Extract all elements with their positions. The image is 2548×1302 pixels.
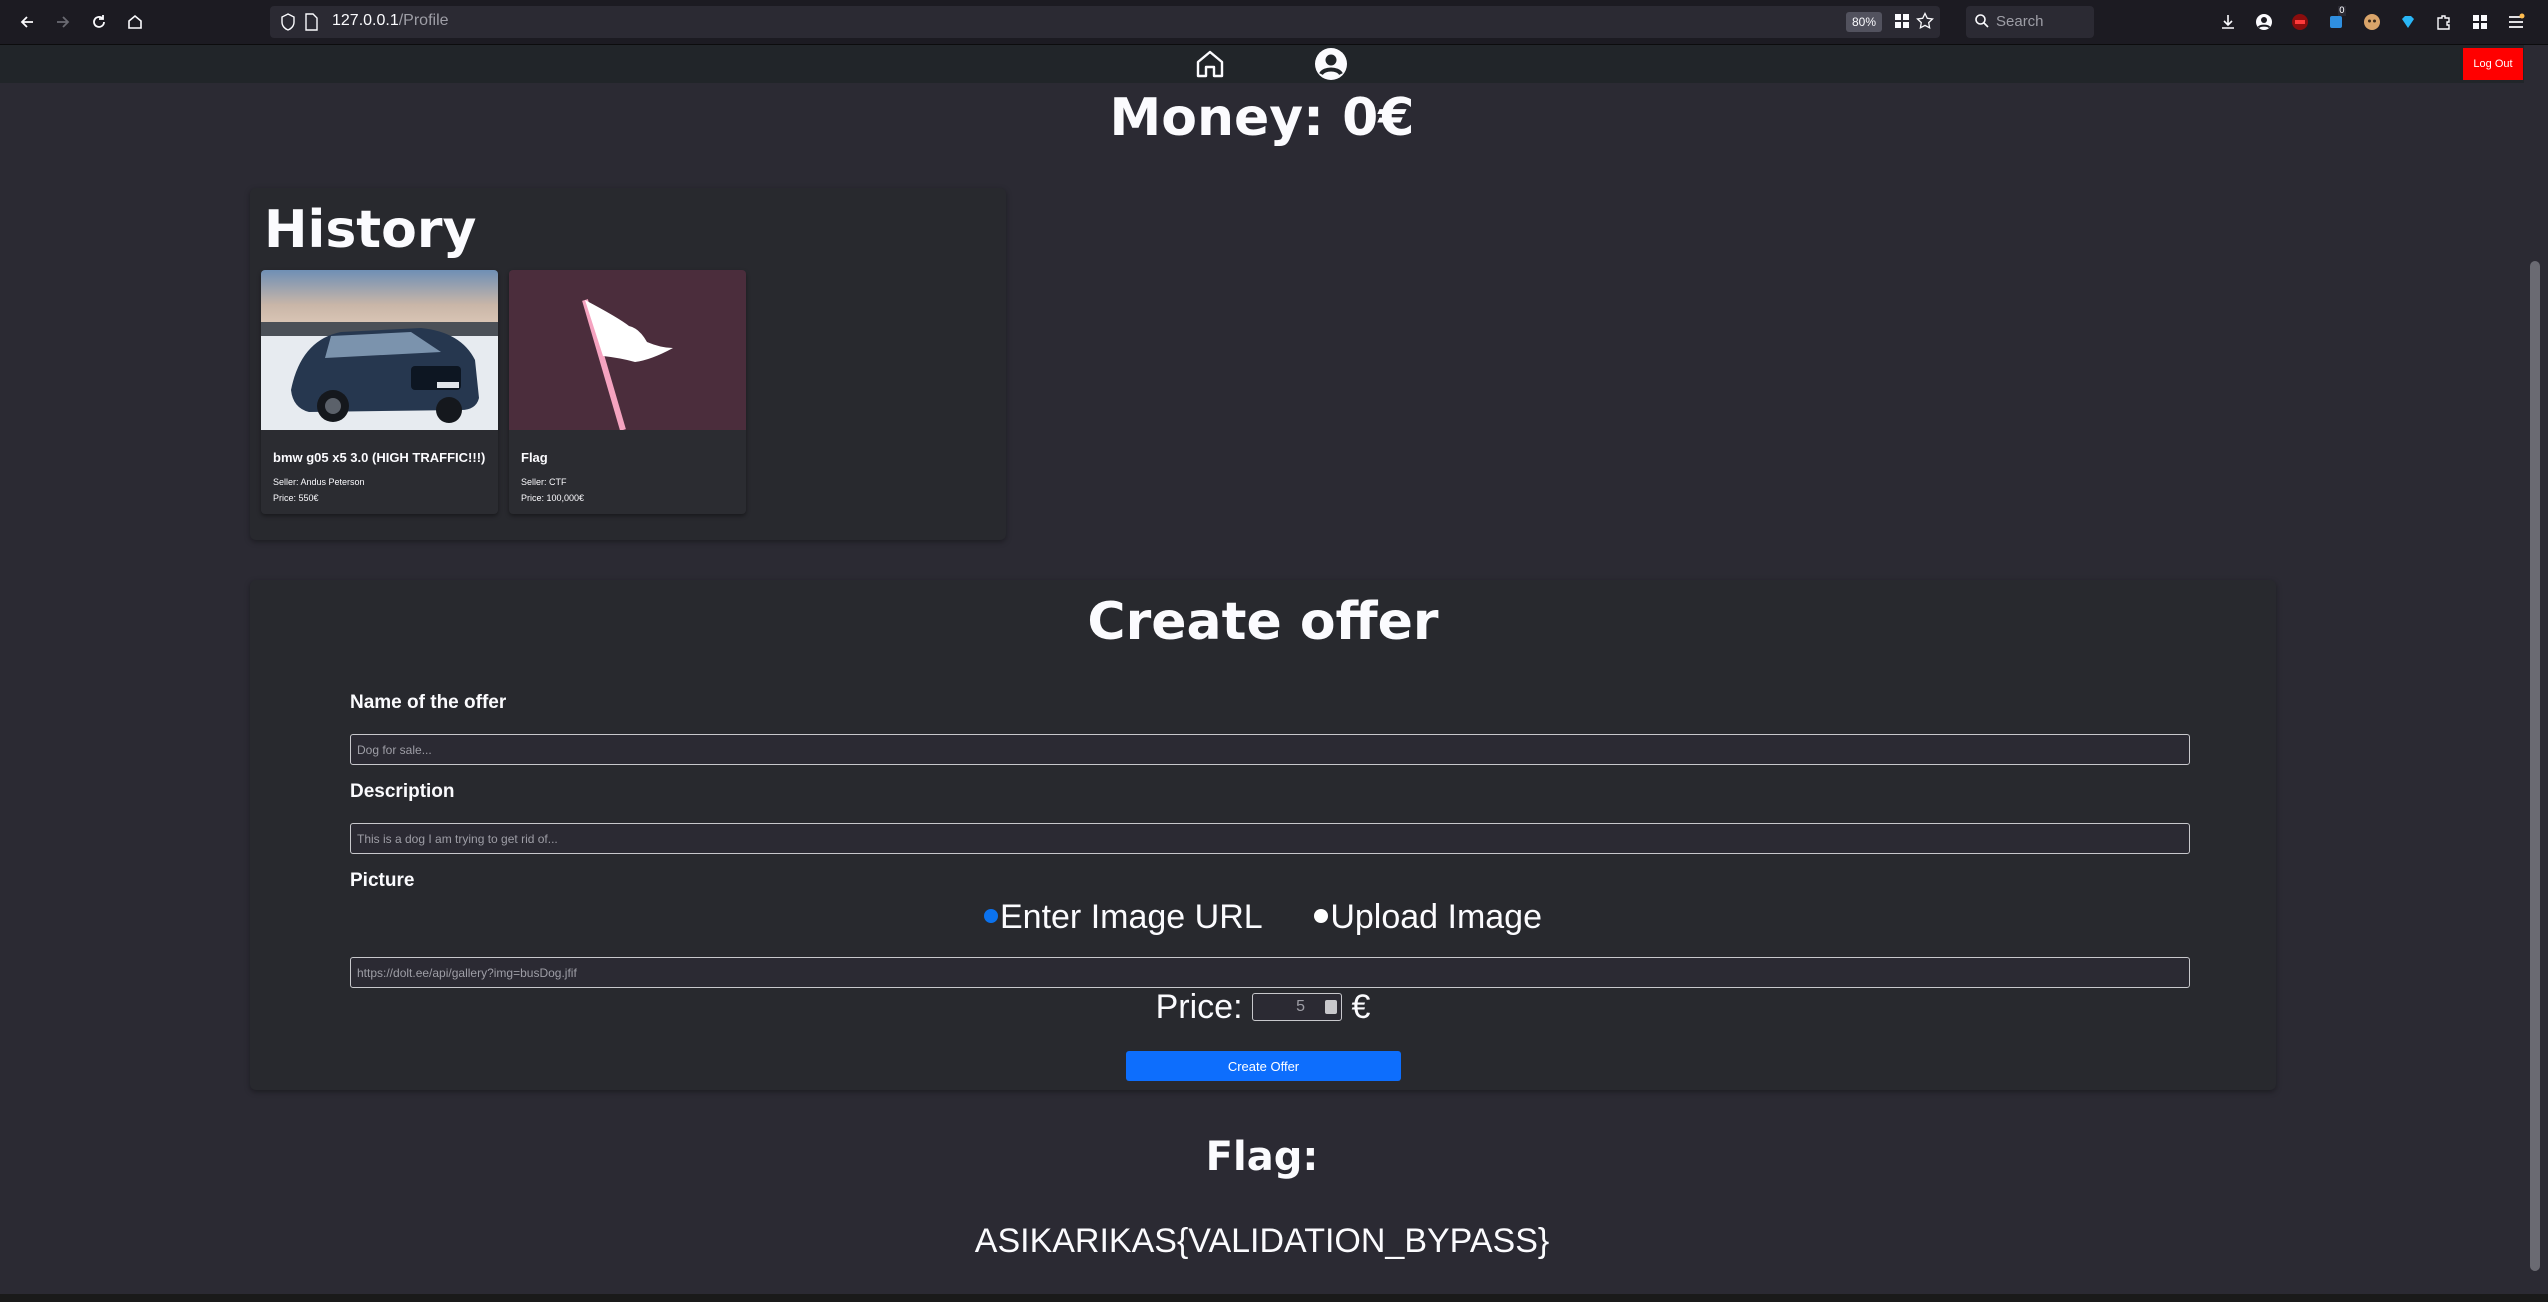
offer-name-label: Name of the offer bbox=[350, 692, 507, 713]
extensions-puzzle-icon[interactable] bbox=[2432, 10, 2456, 34]
url-text: 127.0.0.1/Profile bbox=[332, 12, 449, 29]
downloads-icon[interactable] bbox=[2216, 10, 2240, 34]
extension-badge-icon[interactable]: 0 bbox=[2324, 6, 2348, 34]
search-bar[interactable]: Search bbox=[1966, 6, 2094, 38]
create-offer-form: Create offer Name of the offer Descripti… bbox=[250, 580, 2276, 1090]
ublock-extension-icon[interactable] bbox=[2288, 10, 2312, 34]
app-navbar: Log Out bbox=[0, 45, 2524, 83]
offer-name-input[interactable] bbox=[350, 734, 2190, 765]
scrollbar-thumb[interactable] bbox=[2530, 261, 2540, 1271]
bottom-strip bbox=[0, 1294, 2548, 1302]
picture-source-options: Enter Image URL Upload Image bbox=[250, 898, 2276, 937]
car-photo bbox=[261, 270, 498, 430]
reload-icon[interactable] bbox=[84, 8, 114, 36]
history-item[interactable]: bmw g05 x5 3.0 (HIGH TRAFFIC!!!) Seller:… bbox=[261, 270, 498, 514]
logout-button[interactable]: Log Out bbox=[2463, 48, 2523, 80]
browser-toolbar: 127.0.0.1/Profile 80% Search 0 bbox=[0, 0, 2548, 45]
picture-label: Picture bbox=[350, 870, 415, 891]
create-offer-title: Create offer bbox=[1087, 592, 1439, 652]
image-url-input[interactable] bbox=[350, 957, 2190, 988]
history-section: History bmw g05 x5 3.0 (HIGH TRAFFIC!!!)… bbox=[250, 188, 1006, 540]
flag-icon bbox=[509, 270, 746, 430]
reader-grid-icon[interactable] bbox=[1894, 13, 1910, 33]
forward-icon[interactable] bbox=[48, 8, 78, 36]
price-spinner-icon[interactable] bbox=[1325, 1000, 1337, 1015]
nav-profile-icon[interactable] bbox=[1313, 46, 1349, 86]
zoom-level-badge[interactable]: 80% bbox=[1845, 12, 1882, 32]
description-input[interactable] bbox=[350, 823, 2190, 854]
radio-image-url[interactable]: Enter Image URL bbox=[983, 898, 1261, 936]
item-price: Price: 550€ bbox=[273, 493, 319, 503]
item-name: bmw g05 x5 3.0 (HIGH TRAFFIC!!!) bbox=[273, 450, 486, 465]
avatar-extension-icon[interactable] bbox=[2360, 10, 2384, 34]
currency-symbol: € bbox=[1351, 988, 1371, 1026]
home-icon[interactable] bbox=[120, 8, 150, 36]
back-icon[interactable] bbox=[12, 8, 42, 36]
item-seller: Seller: Andus Peterson bbox=[273, 477, 365, 487]
gem-extension-icon[interactable] bbox=[2396, 10, 2420, 34]
menu-hamburger-icon[interactable] bbox=[2504, 10, 2528, 34]
flag-title: Flag: bbox=[1205, 1134, 1319, 1180]
bookmark-star-icon[interactable] bbox=[1916, 11, 1934, 34]
item-name: Flag bbox=[521, 450, 548, 465]
page-info-icon[interactable] bbox=[304, 13, 318, 35]
search-placeholder: Search bbox=[1996, 13, 2044, 30]
create-offer-button[interactable]: Create Offer bbox=[1126, 1051, 1401, 1081]
price-label: Price: bbox=[1155, 988, 1243, 1026]
item-seller: Seller: CTF bbox=[521, 477, 567, 487]
price-input[interactable]: 5 bbox=[1252, 993, 1342, 1022]
search-icon bbox=[1974, 13, 1990, 33]
history-title: History bbox=[264, 200, 477, 260]
item-price: Price: 100,000€ bbox=[521, 493, 585, 503]
price-row: Price: 5 € bbox=[250, 988, 2276, 1027]
apps-grid-icon[interactable] bbox=[2468, 10, 2492, 34]
history-item[interactable]: Flag Seller: CTF Price: 100,000€ bbox=[509, 270, 746, 514]
url-bar[interactable]: 127.0.0.1/Profile 80% bbox=[270, 6, 1940, 38]
radio-unchecked-icon[interactable] bbox=[1314, 909, 1329, 924]
description-label: Description bbox=[350, 781, 455, 802]
account-icon[interactable] bbox=[2252, 10, 2276, 34]
money-balance: Money: 0€ bbox=[1109, 88, 1415, 148]
shield-icon[interactable] bbox=[280, 13, 296, 35]
flag-value: ASIKARIKAS{VALIDATION_BYPASS} bbox=[974, 1222, 1550, 1260]
page-scrollbar[interactable] bbox=[2524, 83, 2548, 1302]
radio-checked-icon[interactable] bbox=[983, 909, 998, 924]
radio-upload-image[interactable]: Upload Image bbox=[1314, 898, 1542, 936]
nav-home-icon[interactable] bbox=[1193, 47, 1227, 85]
